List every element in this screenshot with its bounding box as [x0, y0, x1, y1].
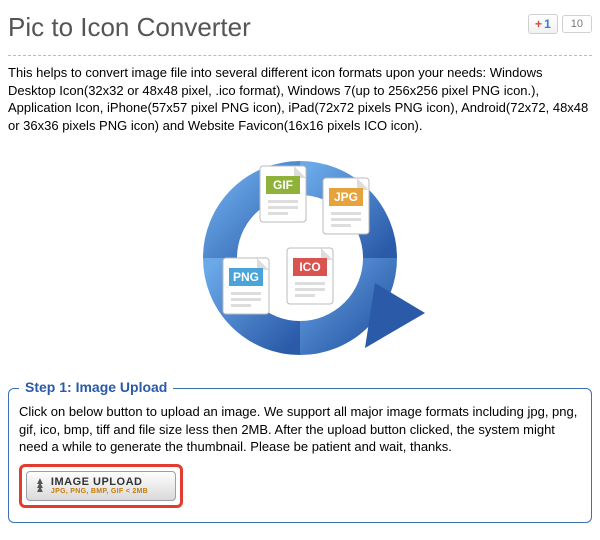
ico-icon: ICO [299, 260, 320, 274]
gif-icon: GIF [273, 178, 293, 192]
plusone-count: 10 [562, 15, 592, 33]
step1-legend: Step 1: Image Upload [19, 379, 173, 395]
upload-arrows-icon: ▲▲▲ [35, 480, 45, 492]
image-upload-button[interactable]: ▲▲▲ IMAGE UPLOAD JPG, PNG, BMP, GIF < 2M… [26, 471, 176, 501]
step1-description: Click on below button to upload an image… [19, 403, 581, 456]
description-text: This helps to convert image file into se… [8, 64, 592, 134]
png-icon: PNG [233, 270, 259, 284]
plusone-button[interactable]: +1 [528, 14, 558, 34]
upload-highlight-box: ▲▲▲ IMAGE UPLOAD JPG, PNG, BMP, GIF < 2M… [19, 464, 183, 508]
step1-panel: Step 1: Image Upload Click on below butt… [8, 388, 592, 523]
upload-button-sublabel: JPG, PNG, BMP, GIF < 2MB [51, 488, 148, 496]
upload-button-label: IMAGE UPLOAD [51, 476, 148, 488]
jpg-icon: JPG [334, 190, 358, 204]
page-title: Pic to Icon Converter [8, 12, 251, 43]
divider [8, 55, 592, 56]
format-illustration: GIF JPG PNG [8, 148, 592, 358]
plusone-widget: +1 10 [528, 14, 592, 34]
